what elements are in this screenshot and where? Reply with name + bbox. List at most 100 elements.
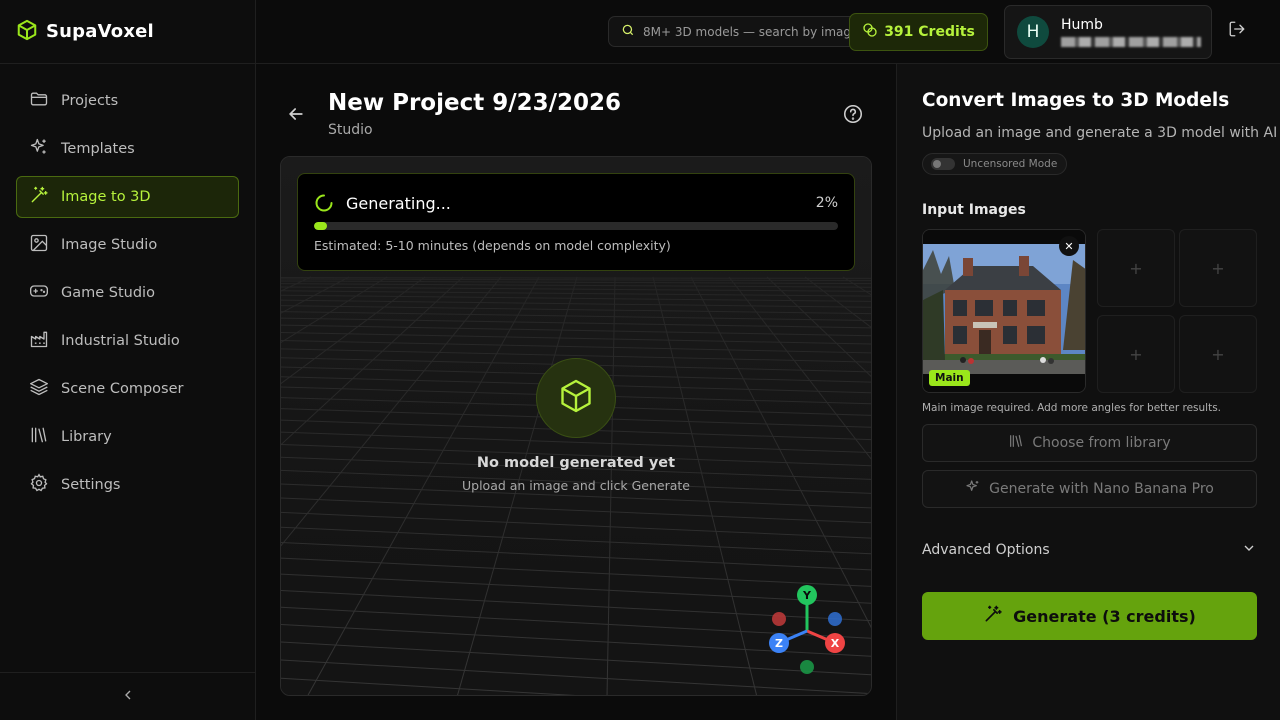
back-button[interactable]	[286, 104, 310, 128]
sidebar-item-label: Library	[61, 429, 112, 445]
sidebar-item-image-to-3d[interactable]: Image to 3D	[16, 176, 239, 218]
sidebar-item-label: Settings	[61, 477, 121, 493]
collapse-sidebar-button[interactable]	[0, 672, 255, 720]
generate-button-label: Generate (3 credits)	[1013, 606, 1196, 626]
progress-percent: 2%	[815, 195, 838, 211]
logout-button[interactable]	[1228, 20, 1252, 44]
input-images-hint: Main image required. Add more angles for…	[922, 402, 1222, 414]
sidebar-item-label: Industrial Studio	[61, 333, 180, 349]
sidebar-item-label: Image Studio	[61, 237, 158, 253]
sidebar-item-game-studio[interactable]: Game Studio	[16, 272, 239, 314]
user-name: Humb	[1061, 17, 1103, 33]
page-subtitle: Studio	[328, 122, 373, 138]
3d-viewer[interactable]: Generating... 2% Estimated: 5-10 minutes…	[280, 156, 872, 696]
empty-state-subtitle: Upload an image and click Generate	[461, 478, 690, 493]
add-image-slot[interactable]: +	[1179, 315, 1257, 393]
choose-from-library-button[interactable]: Choose from library	[922, 424, 1257, 462]
empty-cube-badge	[536, 358, 616, 438]
main-content: New Project 9/23/2026 Studio Generating.…	[256, 64, 896, 720]
cube-logo-icon	[16, 19, 38, 45]
sidebar-item-library[interactable]: Library	[16, 416, 239, 458]
app-root: SupaVoxel Projects Templates Image to 3D…	[0, 0, 1280, 720]
page-title: New Project 9/23/2026	[328, 90, 622, 116]
axis-y-label: Y	[802, 589, 812, 602]
library-icon	[1008, 433, 1024, 453]
spinner-icon	[314, 193, 334, 213]
sidebar-item-label: Image to 3D	[61, 189, 151, 205]
user-email-redacted	[1061, 37, 1201, 47]
magic-wand-icon	[983, 604, 1003, 628]
chevron-down-icon	[1241, 540, 1257, 560]
house-photo	[923, 230, 1085, 392]
sidebar-item-templates[interactable]: Templates	[16, 128, 239, 170]
plus-icon: +	[1129, 344, 1143, 364]
add-image-slot[interactable]: +	[1097, 315, 1175, 393]
axis-z-label: Z	[775, 637, 783, 650]
sidebar-item-industrial-studio[interactable]: Industrial Studio	[16, 320, 239, 362]
sidebar-item-scene-composer[interactable]: Scene Composer	[16, 368, 239, 410]
choose-from-library-label: Choose from library	[1032, 435, 1171, 451]
credits-badge[interactable]: 391 Credits	[849, 13, 988, 51]
advanced-options-label: Advanced Options	[922, 542, 1050, 558]
plus-icon: +	[1211, 344, 1225, 364]
gamepad-icon	[29, 281, 49, 305]
estimate-text: Estimated: 5-10 minutes (depends on mode…	[314, 238, 671, 253]
main-image-thumbnail[interactable]: ✕ Main	[922, 229, 1086, 393]
plus-icon: +	[1211, 258, 1225, 278]
sidebar-item-label: Scene Composer	[61, 381, 184, 397]
sparkles-icon	[965, 479, 981, 499]
panel-subtitle: Upload an image and generate a 3D model …	[922, 125, 1278, 141]
avatar: H	[1017, 16, 1049, 48]
chevron-left-icon	[120, 687, 136, 707]
help-circle-icon	[842, 104, 864, 129]
arrow-left-icon	[286, 108, 306, 128]
sidebar-item-label: Templates	[61, 141, 135, 157]
generation-progress-card: Generating... 2% Estimated: 5-10 minutes…	[297, 173, 855, 271]
library-icon	[29, 425, 49, 449]
remove-image-button[interactable]: ✕	[1059, 236, 1079, 256]
generate-nano-banana-label: Generate with Nano Banana Pro	[989, 481, 1214, 497]
generate-nano-banana-button[interactable]: Generate with Nano Banana Pro	[922, 470, 1257, 508]
generate-button[interactable]: Generate (3 credits)	[922, 592, 1257, 640]
brand[interactable]: SupaVoxel	[0, 0, 255, 64]
progress-bar	[314, 222, 838, 230]
plus-icon: +	[1129, 258, 1143, 278]
uncensored-mode-toggle[interactable]: Uncensored Mode	[922, 153, 1068, 175]
sidebar-item-label: Projects	[61, 93, 119, 109]
folder-icon	[29, 89, 49, 113]
sidebar-item-settings[interactable]: Settings	[16, 464, 239, 506]
image-icon	[29, 233, 49, 257]
factory-icon	[29, 329, 49, 353]
brand-name: SupaVoxel	[46, 21, 154, 42]
add-image-slot[interactable]: +	[1179, 229, 1257, 307]
coins-icon	[862, 22, 878, 42]
right-panel: Convert Images to 3D Models Upload an im…	[896, 64, 1280, 720]
user-menu[interactable]: H Humb	[1004, 5, 1212, 59]
magic-wand-icon	[29, 185, 49, 209]
add-image-slot[interactable]: +	[1097, 229, 1175, 307]
progress-bar-fill	[314, 222, 328, 230]
sidebar-nav: Projects Templates Image to 3D Image Stu…	[0, 64, 255, 522]
gear-icon	[29, 473, 49, 497]
main-image-badge: Main	[929, 370, 970, 386]
cube-icon	[558, 378, 594, 418]
input-images-label: Input Images	[922, 202, 1026, 218]
toggle-switch	[931, 158, 955, 170]
layers-icon	[29, 377, 49, 401]
advanced-options-toggle[interactable]: Advanced Options	[922, 540, 1257, 560]
credits-count: 391 Credits	[884, 24, 975, 40]
generating-label: Generating...	[346, 194, 451, 213]
empty-state-title: No model generated yet	[476, 455, 676, 471]
help-button[interactable]	[842, 103, 864, 125]
search-icon	[621, 23, 635, 40]
sidebar-item-label: Game Studio	[61, 285, 155, 301]
toggle-label: Uncensored Mode	[963, 158, 1058, 170]
axis-x-label: X	[831, 637, 840, 650]
top-header: 8M+ 3D models — search by image or text …	[256, 0, 1280, 64]
axis-gizmo[interactable]: Y X Z	[757, 577, 857, 677]
panel-title: Convert Images to 3D Models	[922, 90, 1230, 111]
logout-icon	[1228, 21, 1246, 42]
user-info: Humb	[1061, 17, 1201, 47]
sidebar-item-projects[interactable]: Projects	[16, 80, 239, 122]
sidebar-item-image-studio[interactable]: Image Studio	[16, 224, 239, 266]
